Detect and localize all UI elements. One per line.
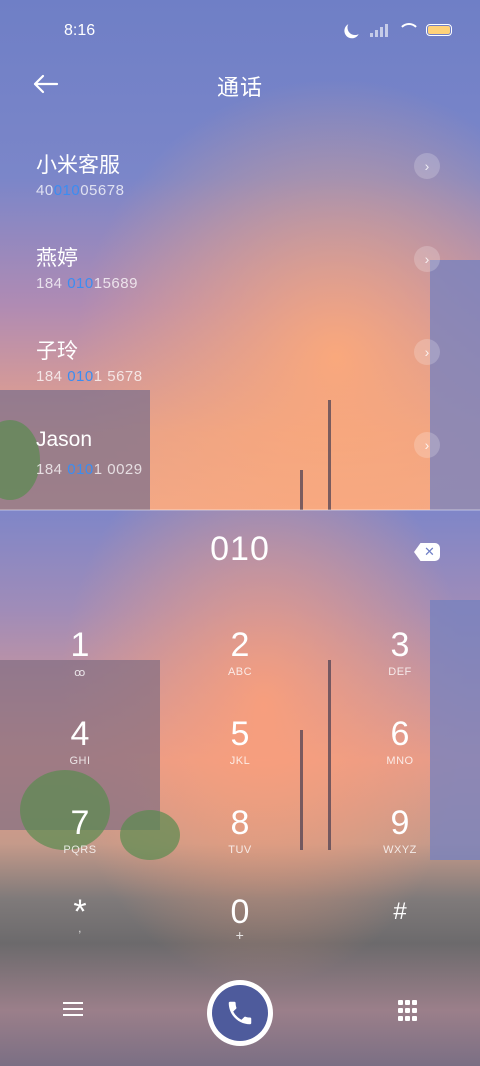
- call-button[interactable]: [207, 980, 273, 1046]
- key-digit: 5: [230, 715, 250, 753]
- battery-icon: [426, 23, 452, 36]
- key-letters: DEF: [388, 666, 412, 678]
- key-9[interactable]: 9 WXYZ: [340, 804, 460, 884]
- contact-item[interactable]: Jason 184 0101 0029 ›: [0, 428, 480, 521]
- key-8[interactable]: 8 TUV: [180, 804, 300, 884]
- contact-item[interactable]: 子玲 184 0101 5678 ›: [0, 335, 480, 428]
- key-digit: #: [393, 898, 407, 925]
- menu-button[interactable]: [60, 998, 86, 1024]
- menu-icon: [63, 1002, 83, 1016]
- key-digit: 3: [390, 626, 410, 664]
- contact-name: 子玲: [36, 340, 78, 363]
- utility-pole: [300, 730, 303, 850]
- chevron-right-icon: ›: [424, 344, 430, 360]
- page-title: 通话: [216, 75, 263, 100]
- phone-icon: [228, 1001, 252, 1025]
- wifi-icon: [398, 22, 420, 37]
- key-1[interactable]: 1ꝏ: [20, 626, 140, 706]
- key-digit: 7: [70, 804, 90, 842]
- contact-detail-button[interactable]: ›: [414, 153, 440, 179]
- utility-pole: [328, 660, 331, 850]
- contact-detail-button[interactable]: ›: [414, 246, 440, 272]
- contact-item[interactable]: 燕婷 184 01015689 ›: [0, 242, 480, 335]
- key-digit: 2: [230, 626, 250, 664]
- keypad-toggle-button[interactable]: [398, 1000, 418, 1022]
- key-3[interactable]: 3 DEF: [340, 626, 460, 706]
- contact-number: 4001005678: [36, 182, 125, 199]
- contact-number: 184 0101 5678: [36, 368, 143, 385]
- key-digit: 6: [390, 715, 410, 753]
- key-digit: 9: [390, 804, 410, 842]
- key-letters: ,: [78, 923, 82, 935]
- contact-name: Jason: [36, 428, 93, 451]
- dial-input-display: 010: [210, 530, 270, 568]
- key-letters: MNO: [386, 755, 414, 767]
- key-digit: 8: [230, 804, 250, 842]
- key-digit: 0: [230, 893, 250, 931]
- status-bar: 8:16: [0, 0, 480, 62]
- chevron-right-icon: ›: [424, 437, 430, 453]
- do-not-disturb-icon: [345, 18, 364, 37]
- contact-name: 小米客服: [36, 154, 120, 177]
- key-letters: WXYZ: [383, 844, 417, 856]
- key-letters: GHI: [69, 755, 91, 767]
- key-letters: +: [235, 927, 245, 943]
- key-7[interactable]: 7 PQRS: [20, 804, 140, 884]
- contact-detail-button[interactable]: ›: [414, 339, 440, 365]
- key-digit: 4: [70, 715, 90, 753]
- key-digit: 1: [70, 626, 90, 664]
- chevron-right-icon: ›: [424, 158, 430, 174]
- signal-icon: [370, 23, 388, 37]
- key-4[interactable]: 4 GHI: [20, 715, 140, 795]
- key-letters: ABC: [227, 666, 253, 678]
- status-icons: [345, 22, 452, 37]
- key-2[interactable]: 2 ABC: [180, 626, 300, 706]
- contact-name: 燕婷: [36, 247, 78, 270]
- backspace-icon: ✕: [424, 544, 435, 559]
- contact-detail-button[interactable]: ›: [414, 432, 440, 458]
- contact-number: 184 0101 0029: [36, 461, 143, 478]
- bottom-bar: [0, 980, 480, 1046]
- header: 通话: [0, 62, 480, 106]
- contact-number: 184 01015689: [36, 275, 138, 292]
- status-time: 8:16: [64, 22, 96, 39]
- key-0[interactable]: 0 +: [180, 893, 300, 973]
- voicemail-icon: ꝏ: [74, 667, 86, 679]
- key-letters: TUV: [228, 844, 252, 856]
- key-6[interactable]: 6 MNO: [340, 715, 460, 795]
- key-star[interactable]: *,: [20, 893, 140, 973]
- key-hash[interactable]: #: [340, 893, 460, 973]
- key-letters: PQRS: [63, 844, 97, 856]
- contact-item[interactable]: 小米客服 4001005678 ›: [0, 149, 480, 242]
- chevron-right-icon: ›: [424, 251, 430, 267]
- key-letters: JKL: [229, 755, 251, 767]
- key-5[interactable]: 5 JKL: [180, 715, 300, 795]
